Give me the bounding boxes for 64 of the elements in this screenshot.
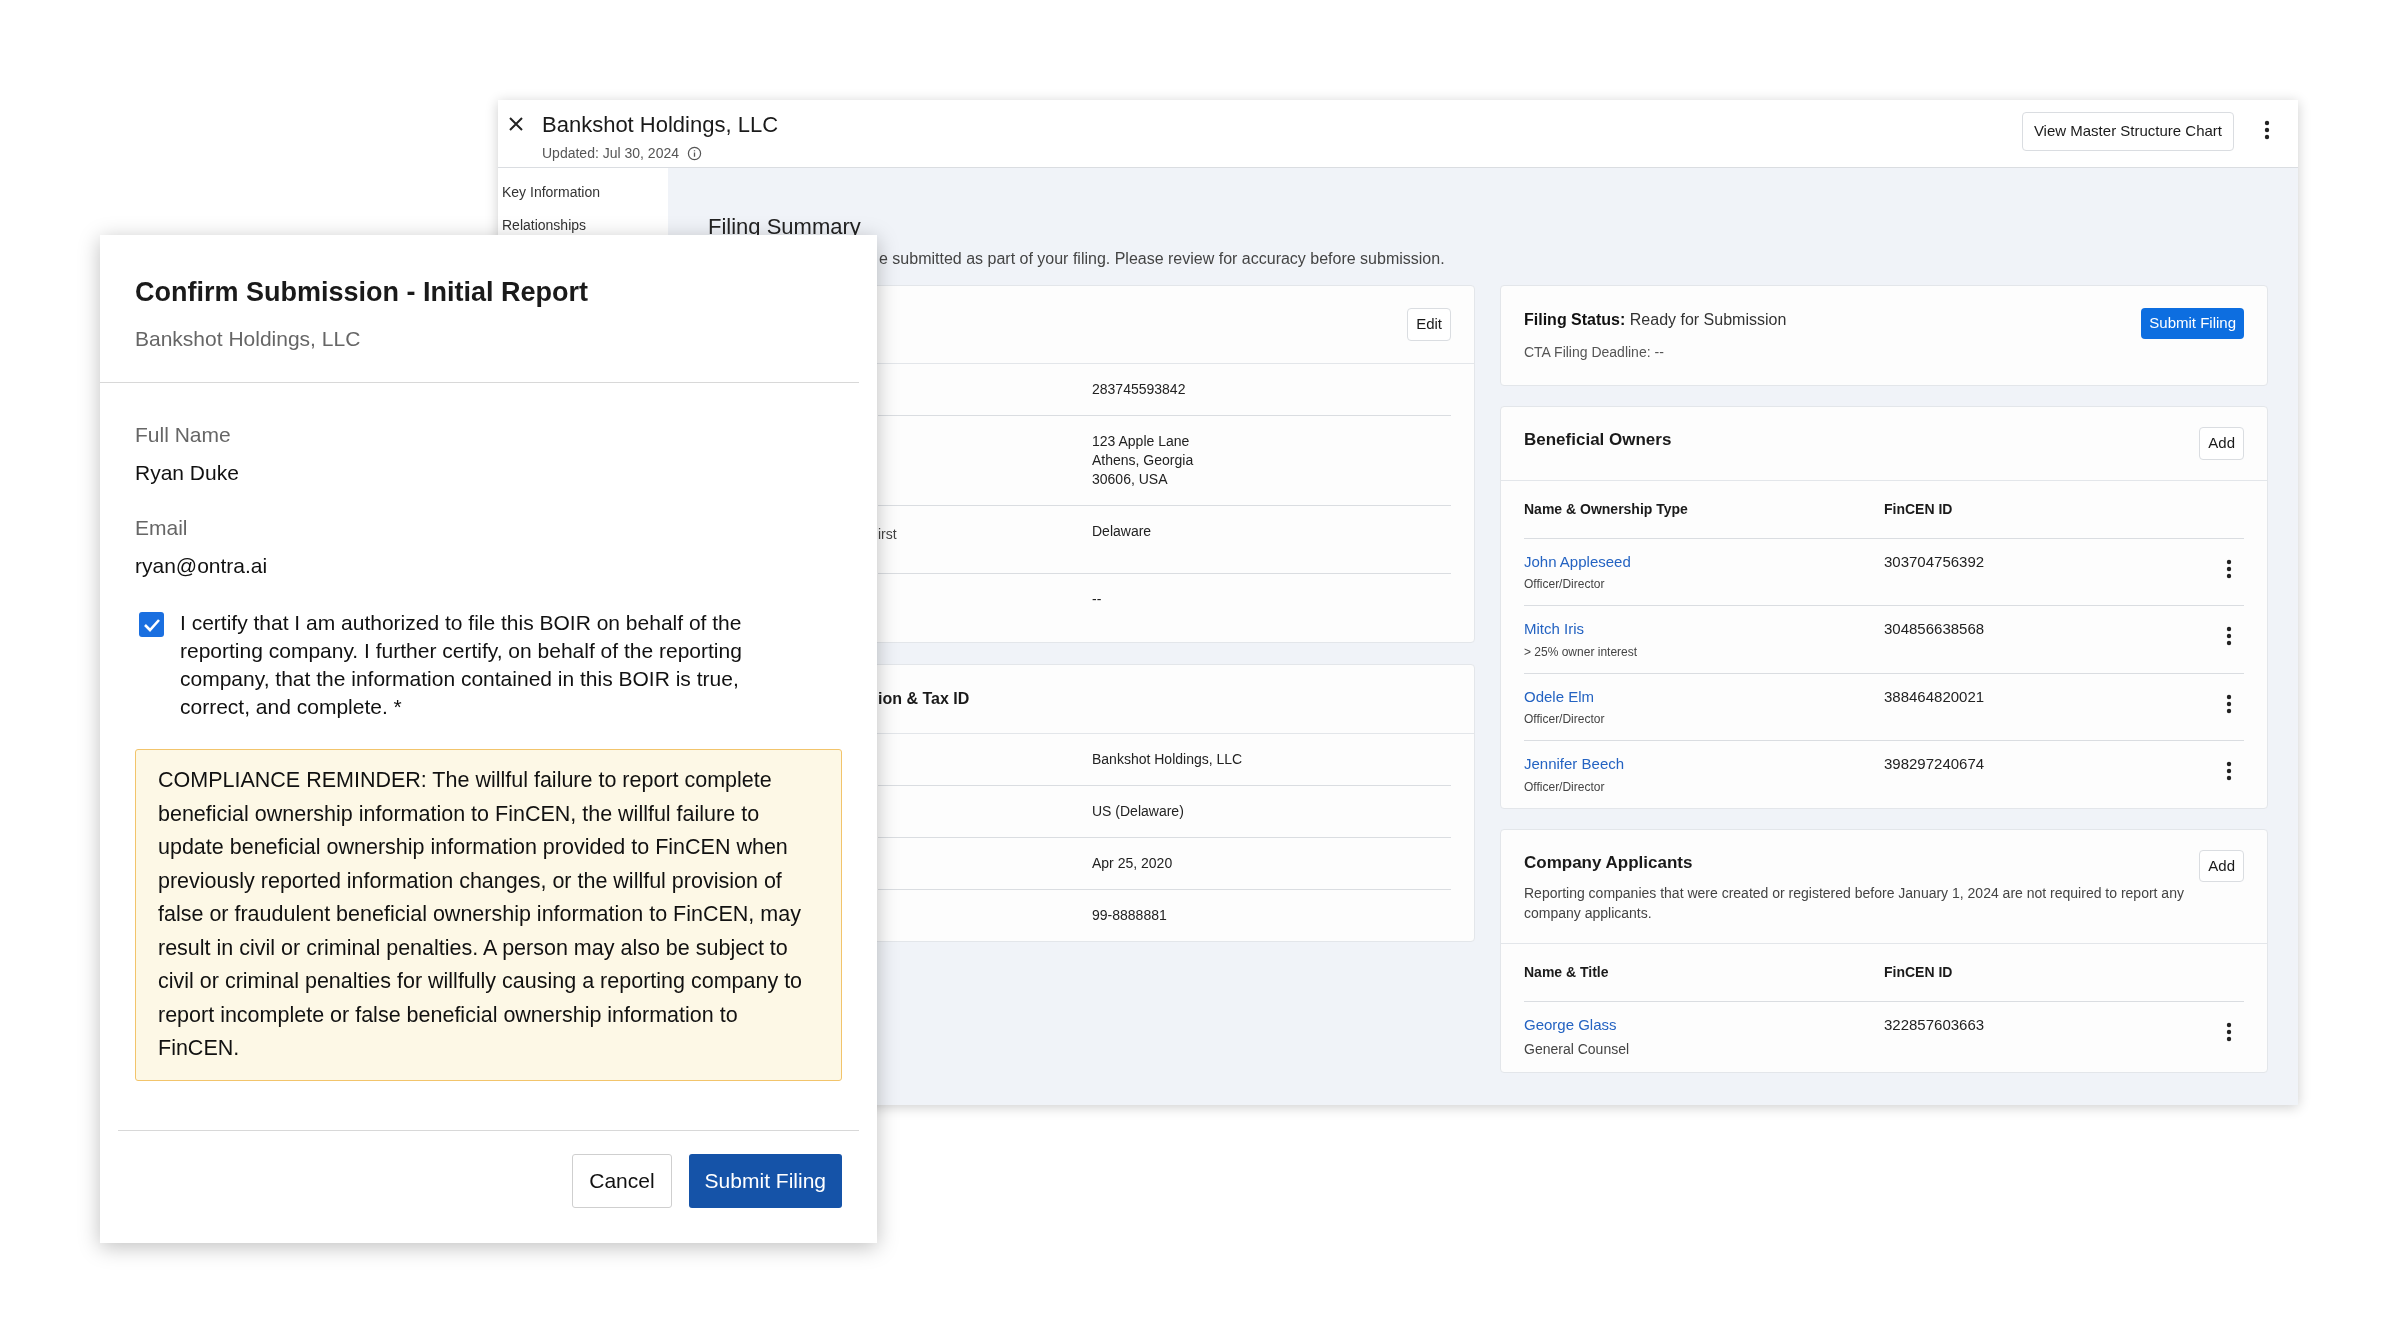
section-note: Reporting companies that were created or registered before January 1, 2024 are not required to report any company applicants. xyxy=(1524,884,2184,923)
sidebar-item[interactable]: Key Information xyxy=(502,182,668,203)
section-title: ion & Tax ID xyxy=(878,689,970,707)
fincen-id: 304856638568 xyxy=(1884,619,1986,639)
info-icon[interactable] xyxy=(687,146,702,161)
filing-deadline: CTA Filing Deadline: -- xyxy=(1524,343,1665,362)
close-icon[interactable] xyxy=(508,116,524,132)
person-role: Officer/Director xyxy=(1524,778,1606,796)
field-label: irst xyxy=(878,525,897,542)
column-header: FinCEN ID xyxy=(1884,499,1953,519)
submit-filing-button[interactable]: Submit Filing xyxy=(2141,308,2244,339)
person-role: > 25% owner interest xyxy=(1524,643,1639,661)
person-role: Officer/Director xyxy=(1524,576,1606,593)
checkmark-icon xyxy=(142,617,161,632)
filing-status: Filing Status: Ready for Submission xyxy=(1524,310,1787,330)
cancel-button[interactable]: Cancel xyxy=(572,1154,672,1208)
person-link[interactable]: Mitch Iris xyxy=(1524,618,1884,641)
add-button[interactable]: Add xyxy=(2199,427,2244,460)
fincen-id: 303704756392 xyxy=(1884,551,1986,572)
window-title: Bankshot Holdings, LLC xyxy=(542,111,779,139)
edit-button[interactable]: Edit xyxy=(1407,308,1451,341)
field-label: Full Name xyxy=(135,422,232,448)
dialog-subtitle: Bankshot Holdings, LLC xyxy=(135,325,362,352)
person-link[interactable]: John Appleseed xyxy=(1524,550,1884,573)
person-link[interactable]: Odele Elm xyxy=(1524,685,1884,708)
field-value: 123 Apple Lane Athens, Georgia 30606, USA xyxy=(1092,431,1194,489)
more-options-icon[interactable] xyxy=(2226,558,2232,579)
fincen-id: 398297240674 xyxy=(1884,754,1986,774)
sidebar-item[interactable]: Relationships xyxy=(502,215,668,236)
structure-chart-button[interactable]: View Master Structure Chart xyxy=(2021,112,2234,151)
add-button[interactable]: Add xyxy=(2199,849,2244,882)
compliance-reminder: COMPLIANCE REMINDER: The willful failure to report complete beneficial ownership information to FinCEN, the willful failure to update beneficial ownership information provided to FinCEN when previously reported information changes, or the willful provision of false or fraudulent beneficial ownership information to FinCEN, may result in civil or criminal penalties. A person may also be subject to civil or criminal penalties for willfully causing a reporting company to report incomplete or false beneficial ownership information to FinCEN. xyxy=(135,749,842,1081)
column-header: Name & Title xyxy=(1524,963,1610,982)
field-value: 283745593842 xyxy=(1092,379,1186,399)
column-header: Name & Ownership Type xyxy=(1524,499,1689,519)
more-options-icon[interactable] xyxy=(2226,1022,2232,1042)
certification-text: I certify that I am authorized to file this BOIR on behalf of the reporting company. I further certify, on behalf of the reporting company, that the information contained in this BOIR is true, correct, and complete. * xyxy=(180,610,743,720)
field-value: Bankshot Holdings, LLC xyxy=(1092,749,1243,769)
person-role: General Counsel xyxy=(1524,1039,1631,1059)
section-title: Company Applicants xyxy=(1524,851,1694,874)
person-role: Officer/Director xyxy=(1524,711,1606,728)
field-value: 99-8888881 xyxy=(1092,905,1167,925)
field-value: Apr 25, 2020 xyxy=(1092,853,1173,873)
person-link[interactable]: George Glass xyxy=(1524,1014,1884,1037)
submit-button[interactable]: Submit Filing xyxy=(688,1154,842,1208)
column-header: FinCEN ID xyxy=(1884,963,1953,982)
field-value: ryan@ontra.ai xyxy=(135,552,269,579)
certify-checkbox[interactable] xyxy=(139,612,164,637)
field-value: Ryan Duke xyxy=(135,459,240,486)
page-description: e submitted as part of your filing. Please review for accuracy before submission. xyxy=(879,250,1445,267)
fincen-id: 388464820021 xyxy=(1884,686,1986,707)
updated-date: Updated: Jul 30, 2024 xyxy=(542,144,679,163)
dialog-title: Confirm Submission - Initial Report xyxy=(135,276,589,309)
more-options-icon[interactable] xyxy=(2264,120,2270,140)
more-options-icon[interactable] xyxy=(2226,626,2232,646)
field-value: Delaware xyxy=(1092,521,1152,541)
section-title: Beneficial Owners xyxy=(1524,429,1672,451)
more-options-icon[interactable] xyxy=(2226,693,2232,714)
field-value: -- xyxy=(1092,589,1102,609)
person-link[interactable]: Jennifer Beech xyxy=(1524,753,1884,776)
fincen-id: 322857603663 xyxy=(1884,1015,1986,1035)
field-value: US (Delaware) xyxy=(1092,801,1184,821)
field-label: Email xyxy=(135,515,189,541)
more-options-icon[interactable] xyxy=(2226,761,2232,781)
